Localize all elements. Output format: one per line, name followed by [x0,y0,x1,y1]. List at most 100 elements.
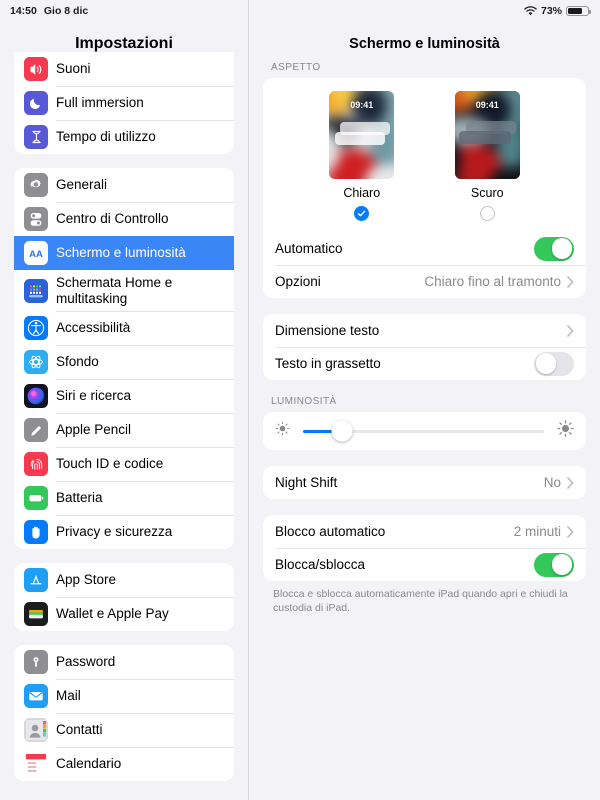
sidebar-item-wallet-e-apple-pay[interactable]: Wallet e Apple Pay [14,597,234,631]
row-label: Dimensione testo [275,323,380,338]
row-blocco-automatico[interactable]: Blocco automatico 2 minuti [263,515,586,548]
chevron-right-icon [567,275,574,288]
brightness-slider-knob[interactable] [331,420,353,442]
sidebar-item-contatti[interactable]: Contatti [14,713,234,747]
sidebar-item-label: Contatti [56,722,103,738]
brightness-row [263,412,586,450]
appearance-label-dark: Scuro [470,186,504,200]
sidebar-item-label: Schermata Home e multitasking [56,275,173,306]
chevron-right-icon [567,476,574,489]
sidebar-scroll-area[interactable]: Suoni Full immersion Tempo di utilizzo G… [0,52,248,800]
thumb-notification-dark-2 [458,131,511,144]
moon-icon [24,91,48,115]
thumb-clock-light: 09:41 [350,100,374,110]
page-title: Schermo e luminosità [349,36,500,52]
row-dimensione-testo[interactable]: Dimensione testo [263,314,586,347]
night-shift-card: Night Shift No [263,466,586,499]
lock-card: Blocco automatico 2 minuti Blocca/sblocc… [263,515,586,581]
sidebar-item-mail[interactable]: Mail [14,679,234,713]
detail-pane: Schermo e luminosità ASPETTO 09:41 Chiar… [248,0,600,800]
appearance-option-scuro[interactable]: 09:41 Scuro [454,91,520,221]
settings-sidebar: Impostazioni Suoni Full immersion Tempo … [0,0,248,800]
appearance-radio-dark[interactable] [479,206,495,221]
appearance-thumb-light[interactable]: 09:41 [329,91,395,179]
sidebar-item-label: Accessibilità [56,320,131,336]
automatic-toggle[interactable] [534,236,574,261]
mail-icon [24,684,48,709]
sidebar-item-generali[interactable]: Generali [14,168,234,202]
bold-text-toggle[interactable] [534,351,574,376]
contacts-icon [24,718,48,743]
wallet-icon [24,602,48,627]
sidebar-group-3: App Store Wallet e Apple Pay [14,563,234,632]
sidebar-item-label: Apple Pencil [56,422,132,438]
sidebar-item-label: Tempo di utilizzo [56,129,156,145]
sidebar-item-siri-e-ricerca[interactable]: Siri e ricerca [14,379,234,413]
sidebar-item-label: Wallet e Apple Pay [56,606,169,622]
row-value: 2 minuti [513,524,561,539]
svg-text:AA: AA [29,249,43,260]
sidebar-item-accessibilita[interactable]: Accessibilità [14,311,234,345]
sidebar-item-label: Suoni [56,61,91,77]
hourglass-icon [24,125,48,149]
sidebar-item-label: App Store [56,572,117,588]
sidebar-item-centro-di-controllo[interactable]: Centro di Controllo [14,202,234,236]
svg-text:00000: 00000 [28,769,37,773]
calendar-icon: 00000 00000 00000 [24,752,48,777]
key-icon [24,650,48,675]
sidebar-item-full-immersion[interactable]: Full immersion [14,86,234,120]
sidebar-item-privacy-e-sicurezza[interactable]: Privacy e sicurezza [14,515,234,549]
lock-unlock-toggle[interactable] [534,552,574,577]
row-testo-in-grassetto[interactable]: Testo in grassetto [263,347,586,380]
sun-low-icon [275,421,290,441]
pencil-icon [24,418,48,443]
display-aa-icon: AA [24,241,48,265]
brightness-slider[interactable] [303,420,544,442]
sidebar-item-tempo-di-utilizzo[interactable]: Tempo di utilizzo [14,120,234,154]
sidebar-item-label: Full immersion [56,95,144,111]
row-night-shift[interactable]: Night Shift No [263,466,586,499]
section-header-luminosita: LUMINOSITÀ [271,396,337,407]
sidebar-item-batteria[interactable]: Batteria [14,481,234,515]
hand-icon [24,520,48,545]
chevron-right-icon [567,525,574,538]
sidebar-item-label: Mail [56,688,81,704]
sidebar-item-label: Generali [56,177,108,193]
sidebar-item-apple-pencil[interactable]: Apple Pencil [14,413,234,447]
sidebar-item-password[interactable]: Password [14,645,234,679]
sidebar-item-label: Sfondo [56,354,99,370]
sidebar-item-label: Schermo e luminosità [56,245,186,261]
row-label: Automatico [275,241,343,256]
row-label: Blocco automatico [275,524,386,539]
row-automatico[interactable]: Automatico [263,232,586,265]
sidebar-item-sfondo[interactable]: Sfondo [14,345,234,379]
siri-icon [24,384,48,409]
appearance-radio-light[interactable] [354,206,370,221]
appearance-thumb-dark[interactable]: 09:41 [454,91,520,179]
thumb-notification-2 [335,132,386,145]
sidebar-item-schermo-e-luminosita[interactable]: AA Schermo e luminosità [14,236,234,270]
sidebar-group-2: Generali Centro di Controllo AA Schermo … [14,168,234,550]
fingerprint-icon [24,452,48,477]
accessibility-icon [24,316,48,341]
sidebar-item-suoni[interactable]: Suoni [14,52,234,86]
wallpaper-icon [24,350,48,375]
sun-high-icon [557,420,574,442]
brightness-card [263,412,586,450]
appearance-option-chiaro[interactable]: 09:41 Chiaro [329,91,395,221]
sidebar-item-schermata-home-e-multitasking[interactable]: Schermata Home e multitasking [14,270,234,311]
detail-scroll-area[interactable]: ASPETTO 09:41 Chiaro 09:41 Scuro Automat… [249,62,600,800]
sidebar-group-1: Suoni Full immersion Tempo di utilizzo [14,52,234,154]
row-blocca-sblocca[interactable]: Blocca/sblocca [263,548,586,581]
sidebar-item-touch-id-e-codice[interactable]: Touch ID e codice [14,447,234,481]
sidebar-item-calendario[interactable]: 00000 00000 00000 Calendario [14,747,234,781]
row-label: Testo in grassetto [275,356,381,371]
home-screen-icon [24,278,48,303]
gear-icon [24,173,48,197]
row-label: Opzioni [275,274,321,289]
text-card: Dimensione testo Testo in grassetto [263,314,586,380]
sidebar-item-app-store[interactable]: App Store [14,563,234,597]
control-center-icon [24,207,48,231]
appearance-card: 09:41 Chiaro 09:41 Scuro Automatico Opzi… [263,78,586,298]
row-opzioni[interactable]: Opzioni Chiaro fino al tramonto [263,265,586,298]
